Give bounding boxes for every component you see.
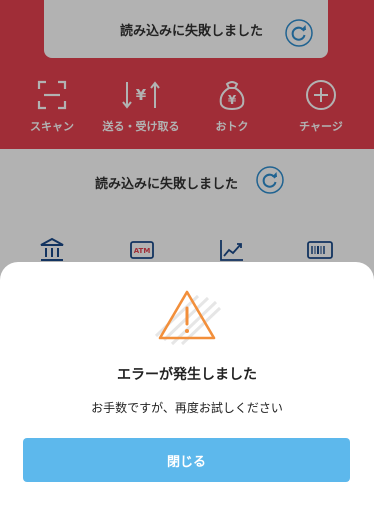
error-message: お手数ですが、再度お試しください	[91, 401, 283, 415]
warning-triangle-icon	[154, 290, 222, 346]
close-button[interactable]: 閉じる	[23, 438, 350, 482]
error-title: エラーが発生しました	[117, 367, 257, 383]
error-bottom-sheet: エラーが発生しました お手数ですが、再度お試しください 閉じる	[0, 262, 374, 516]
